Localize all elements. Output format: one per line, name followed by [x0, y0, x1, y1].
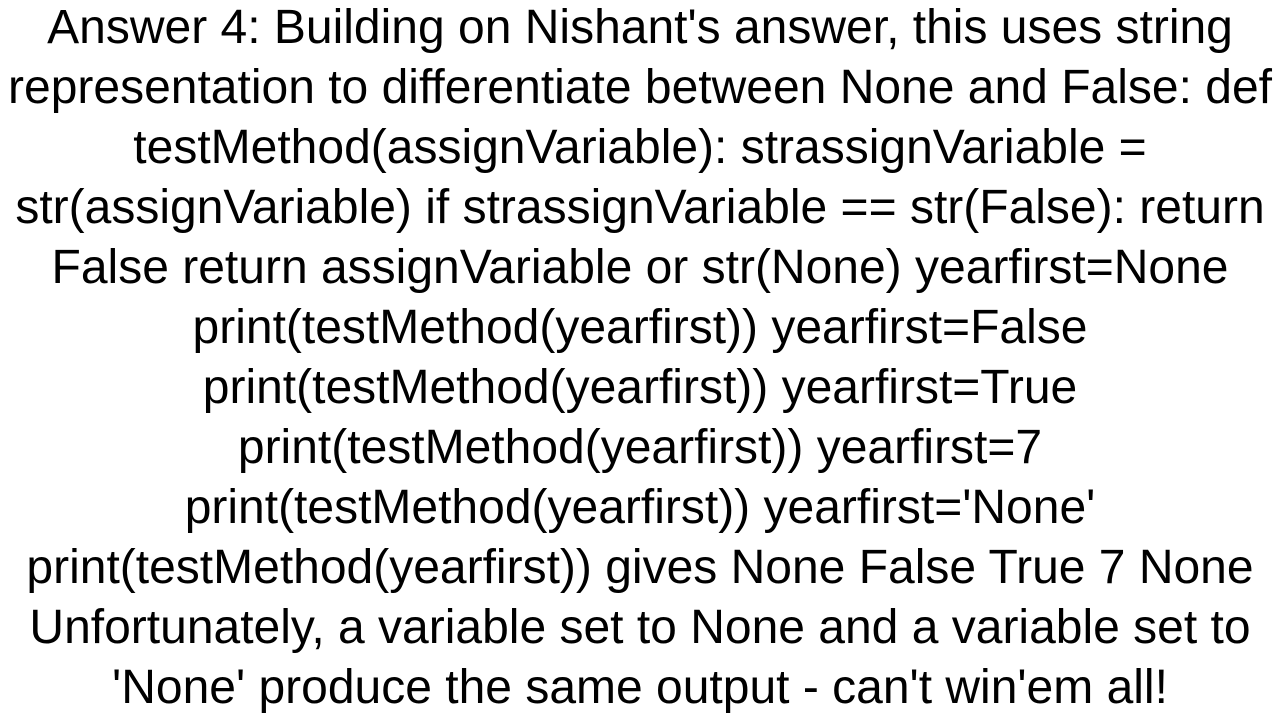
- answer-text: Answer 4: Building on Nishant's answer, …: [0, 0, 1280, 718]
